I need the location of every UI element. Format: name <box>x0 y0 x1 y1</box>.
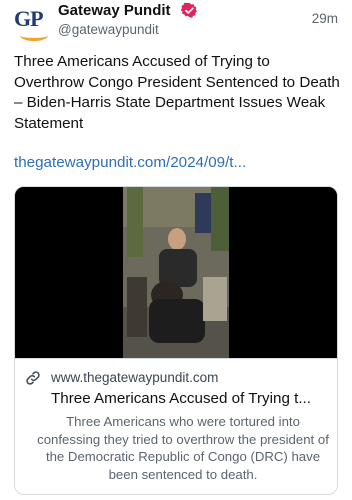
link-preview-info[interactable]: www.thegatewaypundit.com Three Americans… <box>15 358 337 494</box>
author-handle[interactable]: @gatewaypundit <box>58 22 159 37</box>
avatar-swoosh <box>20 30 48 41</box>
avatar-logo-text: GP <box>14 6 44 31</box>
preview-photo <box>15 187 337 358</box>
verified-badge-icon <box>181 2 197 18</box>
post-card[interactable]: GP Gateway Pundit @gatewaypundit 29m Thr… <box>0 0 352 500</box>
post-link[interactable]: thegatewaypundit.com/2024/09/t... <box>14 154 246 171</box>
link-preview-title: Three Americans Accused of Trying t... <box>51 390 311 407</box>
avatar[interactable]: GP <box>14 4 50 41</box>
author-display-name[interactable]: Gateway Pundit <box>58 2 171 19</box>
link-chain-icon <box>26 371 40 385</box>
post-timestamp[interactable]: 29m <box>312 11 338 26</box>
post-text: Three Americans Accused of Trying to Ove… <box>14 53 340 132</box>
link-preview-domain: www.thegatewaypundit.com <box>51 370 219 385</box>
link-preview-image[interactable] <box>15 187 337 358</box>
link-preview-description: Three Americans who were tortured into c… <box>37 414 329 482</box>
link-preview-card[interactable]: www.thegatewaypundit.com Three Americans… <box>14 186 338 495</box>
